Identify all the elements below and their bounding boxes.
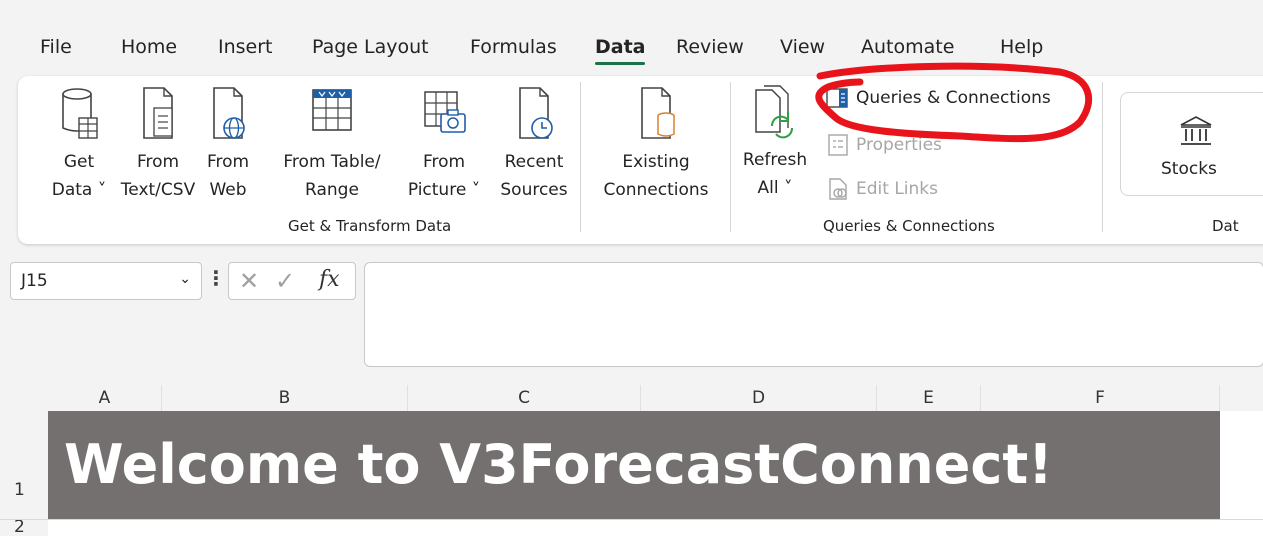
- from-web-label-1: From: [206, 152, 250, 172]
- from-picture-label-2: Picture ˅: [407, 180, 481, 200]
- from-table-label-1: From Table/: [283, 152, 381, 172]
- text-file-icon: [143, 87, 173, 139]
- get-transform-group-label: Get & Transform Data: [288, 217, 452, 235]
- column-headers: A B C D E F: [0, 385, 1263, 411]
- tab-page-layout[interactable]: Page Layout: [312, 36, 429, 58]
- queries-group-label: Queries & Connections: [823, 217, 995, 235]
- stocks-label: Stocks: [1161, 159, 1217, 179]
- refresh-all-label-2: All ˅: [757, 178, 793, 198]
- from-table-range-button[interactable]: From Table/ Range: [280, 84, 384, 204]
- welcome-banner-text: Welcome to V3ForecastConnect!: [64, 433, 1053, 496]
- existing-connections-button[interactable]: Existing Connections: [596, 84, 716, 204]
- recent-sources-button[interactable]: Recent Sources: [492, 84, 576, 204]
- insert-function-icon[interactable]: fx: [319, 267, 340, 292]
- row-gridline: [0, 519, 1263, 520]
- tab-formulas[interactable]: Formulas: [470, 36, 557, 58]
- column-header-a[interactable]: A: [48, 385, 162, 411]
- chevron-down-icon[interactable]: ⌄: [179, 271, 191, 287]
- bank-icon: [1180, 116, 1212, 145]
- red-circle-annotation: [815, 62, 1093, 143]
- edit-links-label: Edit Links: [856, 179, 938, 199]
- database-table-icon: [62, 88, 98, 139]
- formula-input[interactable]: [364, 262, 1263, 367]
- from-picture-button[interactable]: From Picture ˅: [402, 84, 486, 204]
- name-box[interactable]: J15 ⌄: [10, 262, 202, 300]
- from-web-label-2: Web: [209, 180, 247, 200]
- group-separator: [580, 82, 581, 232]
- from-picture-label-1: From: [422, 152, 466, 172]
- recent-sources-label-1: Recent: [504, 152, 564, 172]
- active-tab-indicator: [595, 62, 645, 65]
- from-web-button[interactable]: From Web: [204, 84, 252, 204]
- tab-view[interactable]: View: [780, 36, 825, 58]
- tab-file[interactable]: File: [40, 36, 72, 58]
- column-header-e[interactable]: E: [877, 385, 981, 411]
- column-header-f[interactable]: F: [981, 385, 1220, 411]
- from-text-label-2: Text/CSV: [120, 180, 196, 200]
- from-text-csv-button[interactable]: From Text/CSV: [116, 84, 200, 204]
- existing-connections-label-2: Connections: [603, 180, 709, 200]
- edit-links-icon: [829, 178, 847, 200]
- get-data-button[interactable]: Get Data ˅: [44, 84, 114, 204]
- data-types-group-label: Dat: [1212, 217, 1239, 235]
- recent-sources-icon: [519, 87, 553, 139]
- formula-controls: ✕ ✓ fx: [228, 262, 356, 300]
- welcome-banner-cell[interactable]: Welcome to V3ForecastConnect!: [48, 411, 1220, 519]
- stocks-data-type-box[interactable]: Stocks: [1120, 92, 1263, 196]
- cancel-icon[interactable]: ✕: [239, 267, 259, 295]
- tab-insert[interactable]: Insert: [218, 36, 273, 58]
- edit-links-button[interactable]: Edit Links: [828, 178, 938, 200]
- row-header-1[interactable]: 1: [0, 480, 48, 500]
- from-text-label-1: From: [136, 152, 180, 172]
- column-header-c[interactable]: C: [408, 385, 641, 411]
- from-table-label-2: Range: [305, 180, 359, 200]
- more-options-icon[interactable]: ⋮: [206, 266, 226, 290]
- recent-sources-label-2: Sources: [500, 180, 568, 200]
- excel-window: File Home Insert Page Layout Formulas Da…: [0, 0, 1263, 536]
- group-separator: [1102, 82, 1103, 232]
- column-header-d[interactable]: D: [641, 385, 877, 411]
- picture-table-icon: [424, 91, 466, 133]
- name-box-value: J15: [21, 271, 48, 291]
- column-header-b[interactable]: B: [162, 385, 408, 411]
- get-data-label-2: Data ˅: [51, 180, 107, 200]
- tab-review[interactable]: Review: [676, 36, 744, 58]
- check-icon[interactable]: ✓: [275, 267, 295, 295]
- group-separator: [730, 82, 731, 232]
- web-file-icon: [213, 87, 245, 139]
- refresh-all-label-1: Refresh: [742, 150, 808, 170]
- existing-connections-icon: [641, 87, 675, 139]
- tab-data[interactable]: Data: [595, 36, 646, 58]
- tab-help[interactable]: Help: [1000, 36, 1043, 58]
- tab-home[interactable]: Home: [121, 36, 177, 58]
- tab-automate[interactable]: Automate: [861, 36, 954, 58]
- get-data-label-1: Get: [63, 152, 95, 172]
- table-range-icon: [312, 89, 352, 131]
- existing-connections-label-1: Existing: [622, 152, 690, 172]
